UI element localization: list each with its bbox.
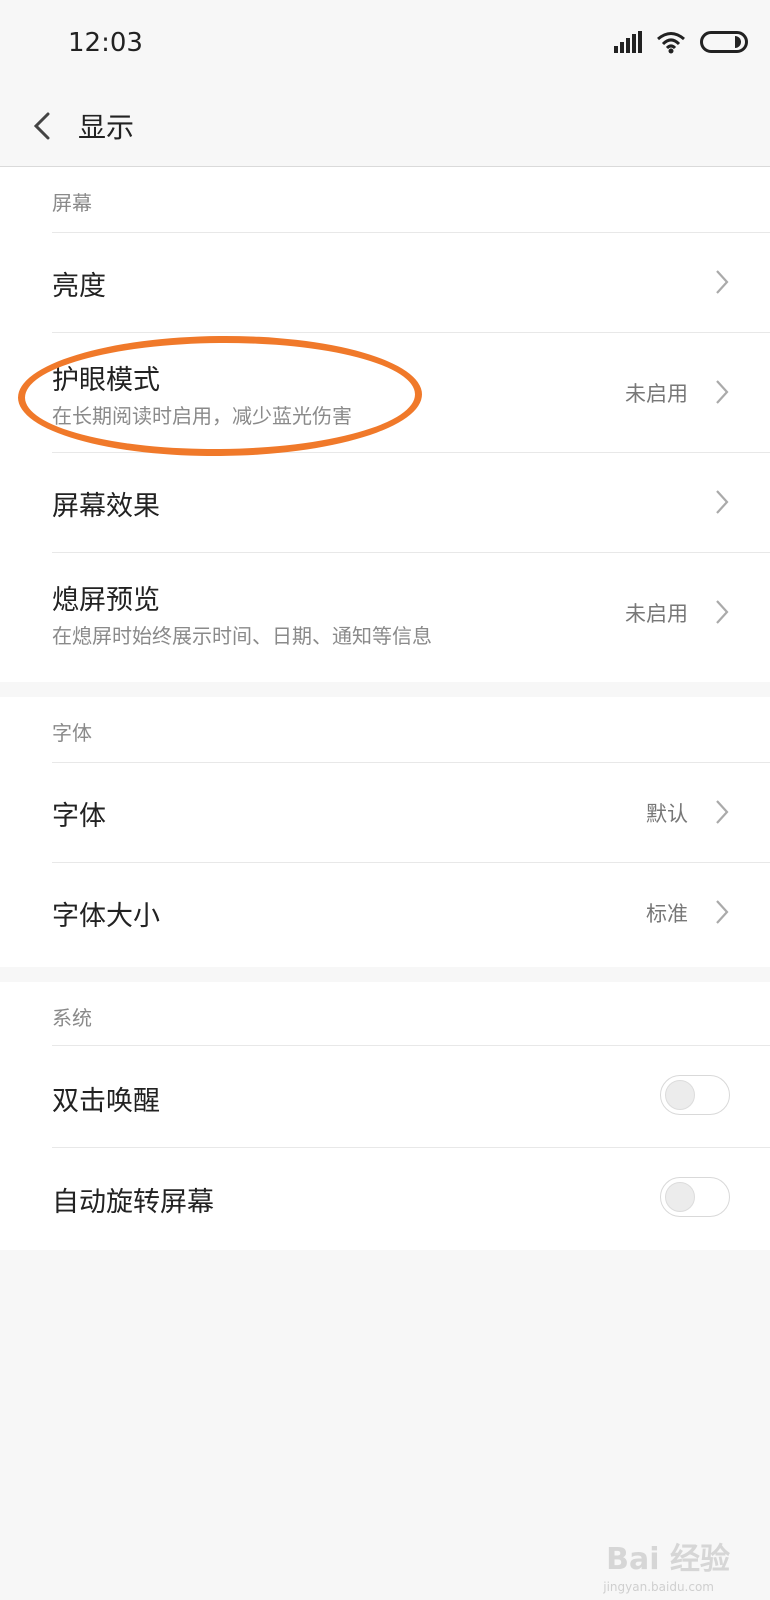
double-tap-toggle[interactable]: [660, 1075, 730, 1115]
row-subtitle: 在熄屏时始终展示时间、日期、通知等信息: [52, 624, 432, 648]
toggle-knob: [665, 1182, 695, 1212]
row-label: 自动旋转屏幕: [52, 1187, 214, 1218]
section-system: 系统 双击唤醒 自动旋转屏幕: [0, 982, 770, 1250]
chevron-right-icon: [716, 600, 729, 624]
section-font: 字体 字体 默认 字体大小 标准: [0, 697, 770, 967]
row-label: 双击唤醒: [52, 1086, 160, 1117]
row-double-tap: 双击唤醒: [0, 1045, 770, 1147]
chevron-right-icon: [716, 900, 729, 924]
divider: [52, 862, 770, 863]
page-title: 显示: [78, 111, 135, 144]
back-arrow-icon[interactable]: [28, 106, 58, 146]
status-time: 12:03: [68, 28, 143, 58]
toggle-knob: [665, 1080, 695, 1110]
row-value: 默认: [646, 802, 688, 826]
section-label-screen: 屏幕: [52, 191, 92, 215]
divider: [52, 232, 770, 233]
watermark-url: jingyan.baidu.com: [603, 1580, 714, 1594]
battery-icon: [700, 31, 748, 53]
row-brightness[interactable]: 亮度: [0, 232, 770, 332]
row-label: 熄屏预览: [52, 585, 160, 616]
row-label: 字体大小: [52, 901, 160, 932]
divider: [52, 1147, 770, 1148]
row-screen-effect[interactable]: 屏幕效果: [0, 452, 770, 552]
section-label-system: 系统: [52, 1006, 92, 1030]
chevron-right-icon: [716, 270, 729, 294]
divider: [52, 552, 770, 553]
row-label: 屏幕效果: [52, 491, 160, 522]
divider: [52, 762, 770, 763]
chevron-right-icon: [716, 800, 729, 824]
row-label: 亮度: [52, 271, 106, 302]
signal-icon: [614, 31, 642, 53]
row-font[interactable]: 字体 默认: [0, 762, 770, 862]
watermark: Bai 经验: [606, 1542, 730, 1577]
auto-rotate-toggle[interactable]: [660, 1177, 730, 1217]
row-aod[interactable]: 熄屏预览 在熄屏时始终展示时间、日期、通知等信息 未启用: [0, 552, 770, 672]
divider: [52, 1045, 770, 1046]
section-label-font: 字体: [52, 721, 92, 745]
row-font-size[interactable]: 字体大小 标准: [0, 862, 770, 962]
row-auto-rotate: 自动旋转屏幕: [0, 1147, 770, 1247]
divider: [52, 332, 770, 333]
row-value: 未启用: [625, 382, 688, 406]
row-value: 标准: [646, 902, 688, 926]
chevron-right-icon: [716, 490, 729, 514]
top-app-bar: 显示: [0, 88, 770, 167]
row-value: 未启用: [625, 602, 688, 626]
row-label: 字体: [52, 801, 106, 832]
chevron-right-icon: [716, 380, 729, 404]
wifi-icon: [657, 32, 685, 54]
status-icons: [614, 30, 748, 54]
status-bar: 12:03: [0, 0, 770, 88]
